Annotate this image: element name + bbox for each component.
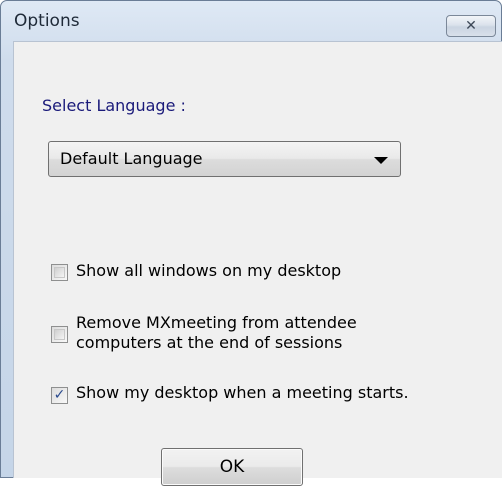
checkbox-box [54, 267, 65, 278]
remove-mxmeeting-label-line2[interactable]: computers at the end of sessions [76, 333, 342, 352]
show-all-windows-label[interactable]: Show all windows on my desktop [76, 261, 341, 280]
ok-button[interactable]: OK [161, 448, 303, 486]
close-icon: ✕ [465, 18, 477, 34]
chevron-down-icon [374, 157, 388, 164]
remove-mxmeeting-checkbox[interactable] [51, 326, 68, 343]
language-dropdown[interactable]: Default Language [48, 141, 401, 177]
title-bar[interactable]: Options ✕ [1, 1, 501, 41]
checkbox-box [54, 329, 65, 340]
language-dropdown-value: Default Language [60, 149, 203, 168]
options-dialog: Options ✕ Select Language : Default Lang… [0, 0, 502, 486]
close-button[interactable]: ✕ [446, 15, 496, 37]
show-desktop-checkbox[interactable]: ✓ [51, 387, 68, 404]
show-desktop-label[interactable]: Show my desktop when a meeting starts. [76, 383, 409, 402]
show-all-windows-checkbox[interactable] [51, 264, 68, 281]
dialog-body: Select Language : Default Language Show … [13, 41, 502, 486]
select-language-label: Select Language : [42, 96, 186, 115]
ok-button-label: OK [219, 457, 245, 477]
remove-mxmeeting-label-line1[interactable]: Remove MXmeeting from attendee [76, 313, 357, 332]
dialog-title: Options [14, 11, 80, 31]
checkmark-icon: ✓ [53, 387, 66, 403]
